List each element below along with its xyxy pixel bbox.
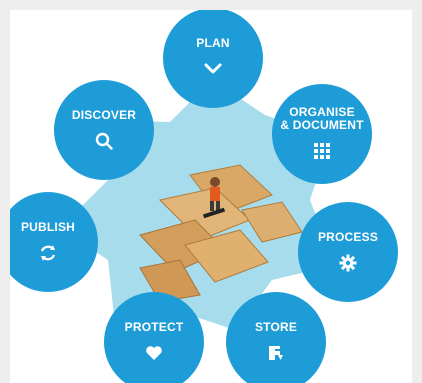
node-plan-label: PLAN <box>196 35 230 50</box>
node-discover[interactable]: DISCOVER <box>54 80 154 180</box>
node-organise-label: ORGANISE & DOCUMENT <box>280 105 364 132</box>
node-store-label: STORE <box>254 319 298 334</box>
grid-icon <box>311 140 333 162</box>
node-publish-label: PUBLISH <box>20 219 76 234</box>
chevron-down-icon <box>202 58 224 80</box>
node-store[interactable]: STORE <box>226 292 326 383</box>
node-plan[interactable]: PLAN <box>163 10 263 108</box>
node-process[interactable]: PROCESS <box>298 202 398 302</box>
refresh-icon <box>37 242 59 264</box>
storage-icon <box>265 342 287 364</box>
diagram-panel: PLAN ORGANISE & DOCUMENT PROCESS STORE P… <box>10 10 412 383</box>
letter-blocks <box>139 164 303 303</box>
node-organise-document[interactable]: ORGANISE & DOCUMENT <box>272 84 372 184</box>
gear-icon <box>337 252 359 274</box>
heart-icon <box>143 342 165 364</box>
node-discover-label: DISCOVER <box>71 107 137 122</box>
node-process-label: PROCESS <box>317 229 379 244</box>
node-protect[interactable]: PROTECT <box>104 292 204 383</box>
node-protect-label: PROTECT <box>124 319 184 334</box>
search-icon <box>93 130 115 152</box>
